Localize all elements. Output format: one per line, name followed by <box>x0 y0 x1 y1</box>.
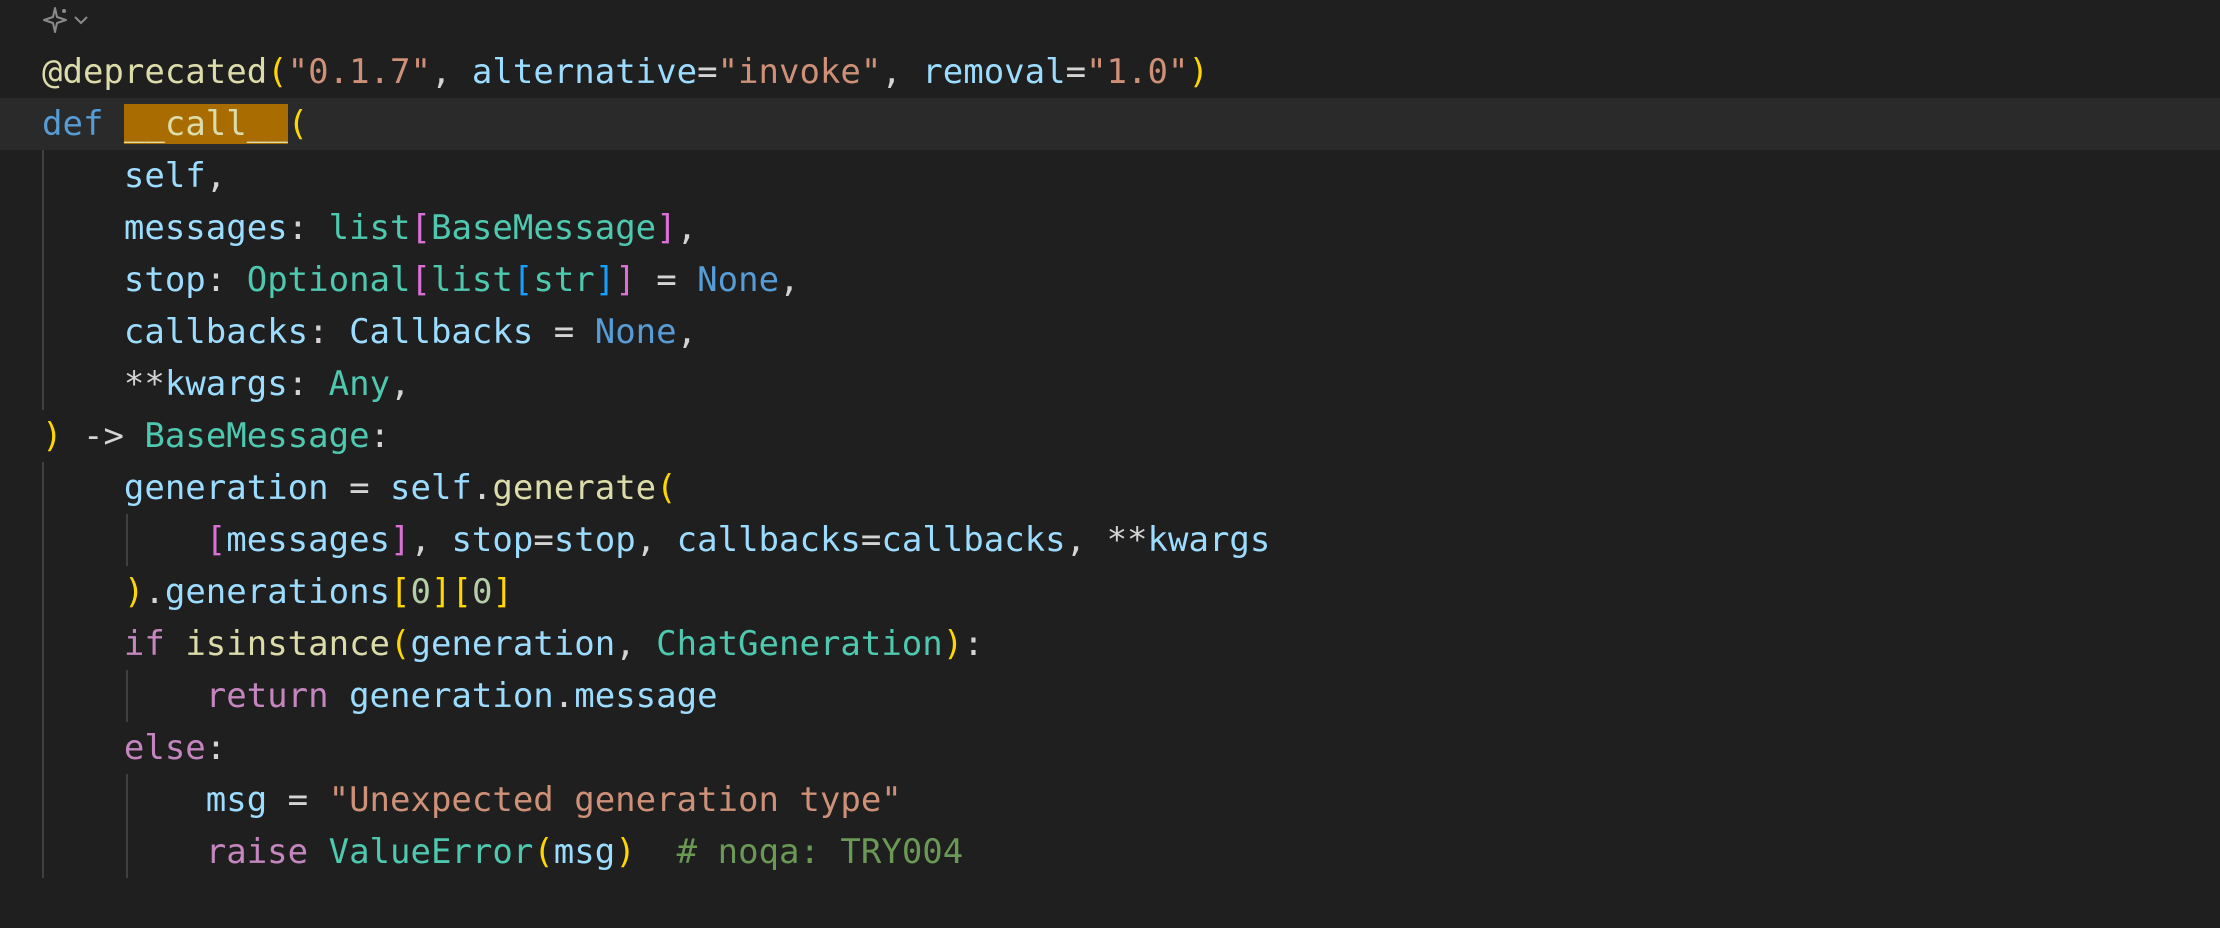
code-line[interactable]: ).generations[0][0] <box>0 566 2220 618</box>
code-line-current[interactable]: def __call__( <box>0 98 2220 150</box>
code-line[interactable]: stop: Optional[list[str]] = None, <box>0 254 2220 306</box>
code-line[interactable]: return generation.message <box>0 670 2220 722</box>
code-line[interactable]: messages: list[BaseMessage], <box>0 202 2220 254</box>
code-content[interactable]: @deprecated("0.1.7", alternative="invoke… <box>0 46 2220 878</box>
code-line[interactable]: raise ValueError(msg) # noqa: TRY004 <box>0 826 2220 878</box>
code-line[interactable]: generation = self.generate( <box>0 462 2220 514</box>
code-line[interactable]: msg = "Unexpected generation type" <box>0 774 2220 826</box>
code-line[interactable]: @deprecated("0.1.7", alternative="invoke… <box>0 46 2220 98</box>
sparkle-icon[interactable] <box>40 5 70 35</box>
code-line[interactable]: else: <box>0 722 2220 774</box>
inline-comment: # noqa: TRY004 <box>676 832 964 872</box>
code-line[interactable]: ) -> BaseMessage: <box>0 410 2220 462</box>
decorator: @deprecated <box>42 52 268 92</box>
code-editor[interactable]: @deprecated("0.1.7", alternative="invoke… <box>0 0 2220 928</box>
code-line[interactable]: self, <box>0 150 2220 202</box>
code-line[interactable]: callbacks: Callbacks = None, <box>0 306 2220 358</box>
chevron-down-icon[interactable] <box>72 11 90 29</box>
copilot-actions-toolbar[interactable] <box>40 2 90 38</box>
code-line[interactable]: [messages], stop=stop, callbacks=callbac… <box>0 514 2220 566</box>
code-line[interactable]: **kwargs: Any, <box>0 358 2220 410</box>
code-line[interactable]: if isinstance(generation, ChatGeneration… <box>0 618 2220 670</box>
function-name-highlight[interactable]: __call__ <box>123 104 288 144</box>
